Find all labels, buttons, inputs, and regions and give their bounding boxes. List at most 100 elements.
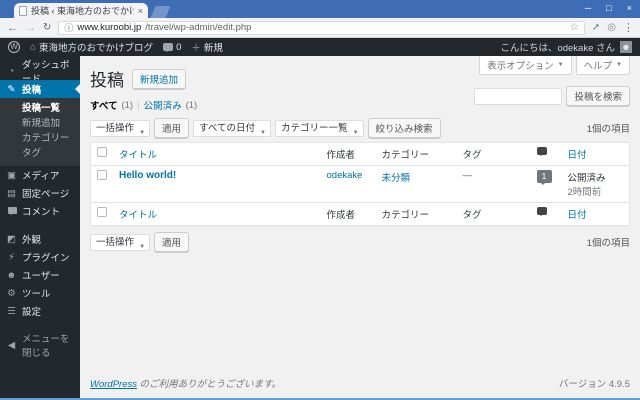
posts-page: 表示オプション ▼ ヘルプ ▼ 投稿 新規追加 すべて (1) | 公開済み (… — [80, 56, 640, 398]
admin-bar-site-name[interactable]: ⌂ 東海地方のおでかけブログ — [30, 40, 153, 55]
bulk-actions-select[interactable]: 一括操作 ▼ — [90, 233, 151, 251]
comments-bubble-icon — [163, 43, 174, 52]
filter-button[interactable]: 絞り込み検索 — [367, 118, 441, 138]
sidebar-item-comments[interactable]: コメント — [0, 202, 80, 220]
chevron-down-icon: ▼ — [139, 129, 146, 136]
site-info-icon[interactable]: ⓘ — [64, 21, 73, 34]
select-all-checkbox[interactable] — [97, 147, 107, 157]
wordpress-logo-icon[interactable]: W — [8, 41, 20, 53]
comment-count-badge[interactable]: 1 — [536, 170, 552, 185]
sidebar-item-tools[interactable]: ⚙ ツール — [0, 284, 80, 302]
address-bar[interactable]: ⓘ www.kuroobi.jp /travel/wp-admin/edit.p… — [58, 20, 585, 35]
post-author-link[interactable]: odekake — [327, 170, 363, 181]
admin-sidebar: ◔ ダッシュボード ✎ 投稿 投稿一覧 新規追加 カテゴリー タグ ▣ メディア… — [0, 56, 80, 398]
post-title-link[interactable]: Hello world! — [119, 170, 176, 181]
column-title-sort[interactable]: タイトル — [119, 150, 157, 161]
sidebar-item-collapse-menu[interactable]: ◀ メニューを閉じる — [0, 334, 80, 359]
apply-button[interactable]: 適用 — [154, 118, 190, 138]
browser-tab[interactable]: 投稿 ‹ 東海地方のおでかけ × — [14, 3, 148, 18]
submenu-item-all-posts[interactable]: 投稿一覧 — [0, 101, 80, 116]
submenu-item-add-new[interactable]: 新規追加 — [0, 116, 80, 131]
tools-icon: ⚙ — [7, 287, 16, 299]
bookmark-star-icon[interactable]: ☆ — [570, 22, 579, 33]
column-title-sort[interactable]: タイトル — [119, 210, 157, 221]
wordpress-footer-link[interactable]: WordPress — [90, 379, 137, 390]
column-date-sort[interactable]: 日付 — [568, 150, 587, 161]
sidebar-item-settings[interactable]: ☰ 設定 — [0, 302, 80, 320]
item-count: 1個の項目 — [586, 124, 630, 135]
tab-title: 投稿 ‹ 東海地方のおでかけ — [31, 6, 134, 16]
sidebar-item-users[interactable]: ☻ ユーザー — [0, 266, 80, 284]
forward-icon[interactable]: → — [25, 22, 36, 34]
post-status: 公開済み — [567, 173, 606, 184]
browser-titlebar: 投稿 ‹ 東海地方のおでかけ × ─ □ × — [0, 0, 640, 18]
settings-icon: ☰ — [7, 305, 16, 317]
reload-icon[interactable]: ↻ — [43, 22, 51, 33]
view-all-link[interactable]: すべて — [90, 98, 117, 112]
tablenav-bottom: 一括操作 ▼ 適用 1個の項目 — [90, 232, 630, 252]
category-filter-select[interactable]: カテゴリー一覧 ▼ — [275, 119, 364, 137]
extension-icon[interactable]: ➚ — [592, 22, 600, 33]
sidebar-item-pages[interactable]: ▤ 固定ページ — [0, 184, 80, 202]
tab-close-icon[interactable]: × — [138, 6, 143, 16]
table-footer-row: タイトル 作成者 カテゴリー タグ 日付 — [91, 203, 630, 226]
footer-thanks-text: のご利用ありがとうございます。 — [136, 379, 282, 390]
sidebar-item-media[interactable]: ▣ メディア — [0, 166, 80, 184]
view-published-link[interactable]: 公開済み — [144, 98, 182, 112]
users-icon: ☻ — [6, 269, 17, 281]
minimize-button[interactable]: ─ — [585, 2, 591, 15]
column-date-sort[interactable]: 日付 — [568, 210, 587, 221]
add-new-button[interactable]: 新規追加 — [132, 68, 187, 89]
admin-bar-account[interactable]: こんにちは、odekake さん ☻ — [500, 40, 632, 54]
post-tags-value: — — [462, 170, 473, 181]
post-category-link[interactable]: 未分類 — [382, 173, 411, 184]
sidebar-item-appearance[interactable]: ◩ 外観 — [0, 230, 80, 248]
collapse-arrow-icon: ◀ — [7, 339, 16, 351]
media-icon: ▣ — [7, 169, 16, 181]
appearance-icon: ◩ — [7, 233, 16, 245]
chevron-down-icon: ▼ — [260, 129, 266, 136]
comments-column-icon — [536, 207, 547, 216]
column-category: カテゴリー — [375, 142, 457, 166]
row-checkbox[interactable] — [97, 170, 107, 180]
comments-column-icon — [536, 147, 547, 156]
table-header-row: タイトル 作成者 カテゴリー タグ 日付 — [90, 142, 630, 166]
submenu-item-tags[interactable]: タグ — [0, 146, 80, 161]
admin-footer: WordPress のご利用ありがとうございます。 バージョン 4.9.5 — [90, 376, 630, 390]
submenu-item-categories[interactable]: カテゴリー — [0, 131, 80, 146]
date-filter-select[interactable]: すべての日付 ▼ — [193, 119, 271, 137]
wp-admin-bar: W ⌂ 東海地方のおでかけブログ 0 ＋ 新規 こんにちは、odekake さん… — [0, 38, 640, 56]
plugins-icon: ⚡ — [8, 251, 15, 263]
page-favicon-icon — [19, 5, 27, 16]
maximize-button[interactable]: □ — [606, 2, 611, 15]
screen-options-button[interactable]: 表示オプション ▼ — [479, 56, 572, 75]
page-title: 投稿 — [90, 71, 124, 90]
bulk-actions-select[interactable]: 一括操作 ▼ — [90, 119, 151, 137]
apply-button[interactable]: 適用 — [154, 232, 190, 252]
extension-icon[interactable]: ◎ — [607, 22, 616, 33]
chevron-down-icon: ▼ — [139, 243, 146, 250]
admin-bar-new[interactable]: ＋ 新規 — [191, 40, 223, 54]
item-count: 1個の項目 — [586, 238, 630, 249]
back-icon[interactable]: ← — [7, 22, 18, 34]
select-all-checkbox[interactable] — [97, 207, 107, 217]
new-tab-button[interactable] — [150, 6, 171, 18]
pin-icon: ✎ — [7, 83, 16, 95]
search-posts-button[interactable]: 投稿を検索 — [566, 86, 630, 106]
help-button[interactable]: ヘルプ ▼ — [575, 56, 630, 75]
close-button[interactable]: × — [627, 2, 632, 15]
column-category: カテゴリー — [381, 210, 430, 221]
sidebar-item-dashboard[interactable]: ◔ ダッシュボード — [0, 60, 80, 85]
url-host: www.kuroobi.jp — [77, 22, 142, 33]
search-input[interactable] — [474, 87, 563, 105]
home-icon: ⌂ — [30, 41, 37, 53]
chevron-down-icon: ▼ — [352, 129, 359, 136]
posts-table: タイトル 作成者 カテゴリー タグ 日付 Hello world! odekak… — [90, 142, 630, 226]
comments-bubble-icon — [6, 206, 17, 217]
sidebar-item-posts[interactable]: ✎ 投稿 — [0, 80, 80, 98]
browser-menu-icon[interactable]: ⋮ — [623, 21, 634, 34]
admin-bar-comments[interactable]: 0 — [163, 42, 181, 53]
greeting-text: こんにちは、odekake さん — [500, 43, 615, 54]
sidebar-item-plugins[interactable]: ⚡ プラグイン — [0, 248, 80, 266]
column-author: 作成者 — [326, 210, 356, 221]
